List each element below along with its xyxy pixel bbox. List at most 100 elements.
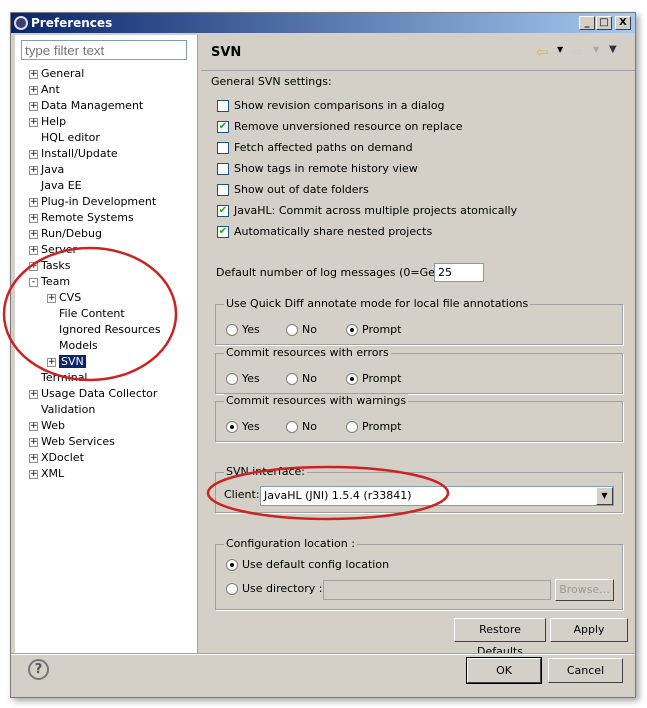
tree-item-label: HQL editor	[41, 131, 100, 144]
expand-icon[interactable]: +	[29, 101, 38, 111]
setting-checkbox[interactable]: Show out of date folders	[217, 179, 517, 200]
setting-checkbox[interactable]: Show tags in remote history view	[217, 158, 517, 179]
tree-item[interactable]: - Team	[29, 274, 161, 290]
config-location-group: Configuration location : Use default con…	[215, 537, 623, 610]
tree-item[interactable]: + SVN	[29, 354, 161, 370]
tree-item[interactable]: + XML	[29, 466, 161, 482]
checkbox-label: Show out of date folders	[234, 183, 369, 196]
tree-item-label: SVN	[59, 355, 86, 368]
tree-item[interactable]: + Web	[29, 418, 161, 434]
checkbox-label: Fetch affected paths on demand	[234, 141, 413, 154]
radio-option[interactable]: Yes	[226, 372, 260, 385]
expand-icon[interactable]: +	[29, 469, 38, 479]
tree-item[interactable]: + General	[29, 66, 161, 82]
expand-icon[interactable]: +	[29, 149, 38, 159]
svn-interface-title: SVN interface:	[224, 465, 307, 478]
ok-button[interactable]: OK	[466, 657, 542, 684]
tree-item-label: Remote Systems	[41, 211, 134, 224]
radio-option[interactable]: No	[286, 420, 317, 433]
use-default-radio[interactable]: Use default config location	[226, 558, 389, 571]
tree-item[interactable]: Validation	[29, 402, 161, 418]
expand-icon[interactable]: +	[47, 357, 56, 367]
radio-icon	[346, 373, 358, 385]
expand-icon[interactable]: +	[29, 165, 38, 175]
setting-checkbox[interactable]: ✔ Automatically share nested projects	[217, 221, 517, 242]
setting-checkbox[interactable]: Fetch affected paths on demand	[217, 137, 517, 158]
tree-item[interactable]: + Data Management	[29, 98, 161, 114]
radio-label: No	[302, 372, 317, 385]
expand-icon[interactable]: +	[29, 389, 38, 399]
setting-checkbox[interactable]: Show revision comparisons in a dialog	[217, 95, 517, 116]
radio-option[interactable]: Prompt	[346, 372, 401, 385]
radio-option[interactable]: Yes	[226, 420, 260, 433]
help-icon[interactable]: ?	[28, 659, 49, 680]
chevron-down-icon[interactable]: ▼	[596, 487, 613, 505]
directory-input[interactable]	[323, 580, 551, 600]
expand-icon[interactable]: +	[29, 261, 38, 271]
tree-item[interactable]: + Help	[29, 114, 161, 130]
expand-icon[interactable]: +	[29, 421, 38, 431]
view-menu-icon[interactable]: ▼	[609, 44, 617, 55]
radio-group: Use Quick Diff annotate mode for local f…	[215, 297, 623, 345]
log-messages-input[interactable]	[434, 263, 484, 282]
tree-item-label: Terminal	[41, 371, 88, 384]
filter-input[interactable]	[21, 40, 187, 60]
tree-item[interactable]: + XDoclet	[29, 450, 161, 466]
radio-icon	[286, 421, 298, 433]
back-dropdown-icon[interactable]: ▼	[557, 45, 563, 54]
tree-item[interactable]: HQL editor	[29, 130, 161, 146]
restore-defaults-button[interactable]: Restore Defaults	[454, 618, 546, 658]
expand-icon[interactable]: +	[29, 453, 38, 463]
use-directory-radio[interactable]: Use directory :	[226, 582, 322, 595]
setting-checkbox[interactable]: ✔ JavaHL: Commit across multiple projects…	[217, 200, 517, 221]
tree-item[interactable]: + Ant	[29, 82, 161, 98]
radio-option[interactable]: Yes	[226, 323, 260, 336]
apply-button[interactable]: Apply	[550, 618, 628, 642]
radio-group: Commit resources with warnings Yes No Promp…	[215, 394, 623, 442]
expand-icon[interactable]: +	[29, 197, 38, 207]
page-header: SVN ⇦ ▼ ⇨ ▼ ▼	[201, 35, 635, 71]
expand-icon[interactable]: +	[29, 213, 38, 223]
checkbox-icon: ✔	[217, 205, 229, 217]
tree-item[interactable]: + Run/Debug	[29, 226, 161, 242]
setting-checkbox[interactable]: ✔ Remove unversioned resource on replace	[217, 116, 517, 137]
collapse-icon[interactable]: -	[29, 277, 38, 287]
radio-icon	[286, 324, 298, 336]
expand-icon[interactable]: +	[29, 229, 38, 239]
radio-option[interactable]: Prompt	[346, 420, 401, 433]
radio-group-title: Commit resources with errors	[224, 346, 391, 359]
tree-item[interactable]: Terminal	[29, 370, 161, 386]
radio-option[interactable]: No	[286, 323, 317, 336]
checkbox-icon	[217, 142, 229, 154]
tree-item[interactable]: + Plug-in Development	[29, 194, 161, 210]
expand-icon[interactable]: +	[29, 117, 38, 127]
maximize-button[interactable]: □	[596, 16, 612, 30]
radio-option[interactable]: No	[286, 372, 317, 385]
radio-option[interactable]: Prompt	[346, 323, 401, 336]
client-select[interactable]: JavaHL (JNI) 1.5.4 (r33841) ▼	[260, 486, 614, 506]
tree-item[interactable]: Models	[29, 338, 161, 354]
minimize-button[interactable]: _	[579, 16, 595, 30]
browse-button[interactable]: Browse...	[555, 579, 614, 601]
tree-item[interactable]: + Usage Data Collector	[29, 386, 161, 402]
expand-icon[interactable]: +	[29, 437, 38, 447]
tree-item[interactable]: + Web Services	[29, 434, 161, 450]
expand-icon[interactable]: +	[29, 69, 38, 79]
tree-item[interactable]: + Install/Update	[29, 146, 161, 162]
expand-icon[interactable]: +	[29, 85, 38, 95]
tree-item[interactable]: Java EE	[29, 178, 161, 194]
checkbox-label: Automatically share nested projects	[234, 225, 433, 238]
expand-icon[interactable]: +	[47, 293, 56, 303]
tree-item[interactable]: + Remote Systems	[29, 210, 161, 226]
tree-item[interactable]: + Java	[29, 162, 161, 178]
expand-icon[interactable]: +	[29, 245, 38, 255]
tree-item[interactable]: + Server	[29, 242, 161, 258]
back-arrow-icon[interactable]: ⇦	[536, 43, 549, 61]
close-button[interactable]: X	[615, 16, 631, 30]
tree-item[interactable]: + CVS	[29, 290, 161, 306]
tree-item[interactable]: File Content	[29, 306, 161, 322]
tree-item[interactable]: + Tasks	[29, 258, 161, 274]
tree-item[interactable]: Ignored Resources	[29, 322, 161, 338]
cancel-button[interactable]: Cancel	[548, 658, 623, 683]
tree-item-label: Validation	[41, 403, 96, 416]
